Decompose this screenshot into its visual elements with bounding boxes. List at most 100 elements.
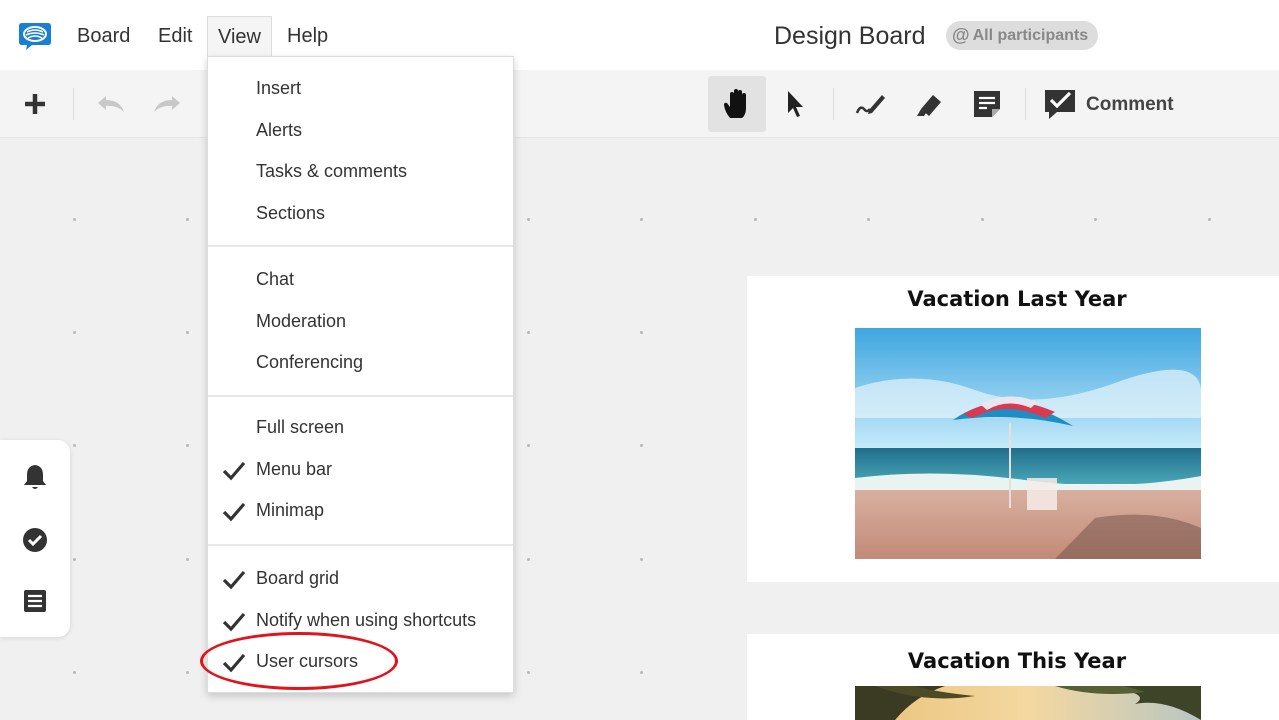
undo-button[interactable] xyxy=(82,76,140,132)
grid-dot xyxy=(867,218,870,221)
menu-bar: Board Edit View Help Design Board @ All … xyxy=(0,0,1279,70)
grid-dot xyxy=(186,558,189,561)
menu-item-label: Insert xyxy=(256,78,302,98)
menu-board[interactable]: Board xyxy=(77,24,130,48)
menu-item-board-grid[interactable]: Board grid xyxy=(208,559,513,597)
board-title: Design Board xyxy=(774,22,926,50)
palm-beach-photo[interactable] xyxy=(855,686,1201,720)
hand-icon xyxy=(724,89,746,118)
menu-separator xyxy=(208,395,513,397)
grid-dot xyxy=(640,331,643,334)
toolbar-divider xyxy=(73,88,74,120)
select-tool-button[interactable] xyxy=(766,76,824,132)
menu-item-label: Notify when using shortcuts xyxy=(256,609,477,630)
grid-dot xyxy=(1208,218,1211,221)
hand-tool-button[interactable] xyxy=(708,76,766,132)
pen-icon xyxy=(855,95,885,114)
menu-item-label: Chat xyxy=(256,269,295,289)
menu-item-insert[interactable]: Insert xyxy=(208,69,513,107)
menu-item-full-screen[interactable]: Full screen xyxy=(208,408,513,446)
grid-dot xyxy=(640,218,643,221)
grid-dot xyxy=(527,671,530,674)
grid-dot xyxy=(73,671,76,674)
card-title: Vacation Last Year xyxy=(907,287,1127,311)
bell-icon xyxy=(24,465,46,489)
add-icon xyxy=(25,94,45,114)
left-sidebar xyxy=(0,440,70,637)
grid-dot xyxy=(640,671,643,674)
grid-dot xyxy=(640,444,643,447)
sections-button[interactable] xyxy=(20,586,50,616)
menu-item-label: Full screen xyxy=(256,417,345,437)
menu-item-label: Conferencing xyxy=(256,352,364,372)
menu-item-label: Tasks & comments xyxy=(256,161,408,181)
menu-item-label: Minimap xyxy=(256,500,325,520)
at-icon: @ xyxy=(952,25,970,45)
comment-label[interactable]: Comment xyxy=(1086,94,1174,116)
undo-icon xyxy=(98,96,124,112)
menu-item-alerts[interactable]: Alerts xyxy=(208,111,513,149)
checkmark-icon xyxy=(222,612,246,631)
pointer-icon xyxy=(788,91,803,117)
checkmark-icon xyxy=(222,502,246,522)
menu-item-minimap[interactable]: Minimap xyxy=(208,491,513,529)
card-title: Vacation This Year xyxy=(907,649,1127,673)
grid-dot xyxy=(527,331,530,334)
menu-help[interactable]: Help xyxy=(287,24,328,48)
participants-button[interactable]: @ All participants xyxy=(946,21,1099,50)
menu-item-notify-when-using-shortcuts[interactable]: Notify when using shortcuts xyxy=(208,601,513,639)
grid-dot xyxy=(527,444,530,447)
grid-dot xyxy=(527,218,530,221)
menu-item-conferencing[interactable]: Conferencing xyxy=(208,343,513,381)
toolbar: Comment xyxy=(0,70,1279,138)
grid-dot xyxy=(186,671,189,674)
view-menu-dropdown: Insert Alerts Tasks & comments Sections Chat… xyxy=(207,56,514,693)
highlighter-tool-button[interactable] xyxy=(900,76,958,132)
menu-view[interactable]: View xyxy=(207,16,272,56)
alerts-button[interactable] xyxy=(20,462,50,492)
add-button[interactable] xyxy=(6,76,64,132)
checkmark-icon xyxy=(222,461,246,480)
grid-dot xyxy=(640,558,643,561)
menu-item-tasks-comments[interactable]: Tasks & comments xyxy=(208,152,513,190)
grid-dot xyxy=(754,218,757,221)
sticky-note-tool-button[interactable] xyxy=(958,76,1016,132)
check-circle-icon xyxy=(23,528,47,552)
toolbar-divider xyxy=(833,88,834,120)
highlight-annotation xyxy=(200,632,398,690)
pen-tool-button[interactable] xyxy=(842,76,900,132)
beach-umbrella-photo[interactable] xyxy=(855,328,1201,559)
grid-dot xyxy=(1094,218,1097,221)
redo-button[interactable] xyxy=(138,76,196,132)
menu-item-label: Alerts xyxy=(256,119,303,140)
menu-item-label: Board grid xyxy=(256,568,340,588)
comment-tool-button[interactable] xyxy=(1031,76,1089,132)
highlighter-icon xyxy=(917,95,941,116)
menu-item-menu-bar[interactable]: Menu bar xyxy=(208,450,513,488)
menu-edit[interactable]: Edit xyxy=(158,24,192,48)
participants-label: All participants xyxy=(972,27,1089,44)
menu-item-sections[interactable]: Sections xyxy=(208,194,513,232)
menu-item-moderation[interactable]: Moderation xyxy=(208,302,513,340)
menu-item-chat[interactable]: Chat xyxy=(208,260,513,298)
checkmark-icon xyxy=(222,570,246,590)
menu-item-label: Menu bar xyxy=(256,458,333,479)
grid-dot xyxy=(527,558,530,561)
grid-dot xyxy=(73,331,76,334)
app-logo-icon[interactable] xyxy=(18,21,52,51)
grid-dot xyxy=(73,444,76,447)
list-icon xyxy=(24,590,46,612)
sticky-note-icon xyxy=(974,91,1000,117)
grid-dot xyxy=(186,444,189,447)
grid-dot xyxy=(73,558,76,561)
tasks-button[interactable] xyxy=(20,525,50,555)
grid-dot xyxy=(186,218,189,221)
toolbar-divider xyxy=(1025,88,1026,120)
menu-separator xyxy=(208,544,513,546)
comment-icon xyxy=(1045,90,1075,119)
menu-item-label: Moderation xyxy=(256,310,347,331)
grid-dot xyxy=(186,331,189,334)
grid-dot xyxy=(73,218,76,221)
image-card[interactable]: Vacation Last Year xyxy=(747,276,1279,582)
image-card[interactable]: Vacation This Year xyxy=(747,634,1279,720)
